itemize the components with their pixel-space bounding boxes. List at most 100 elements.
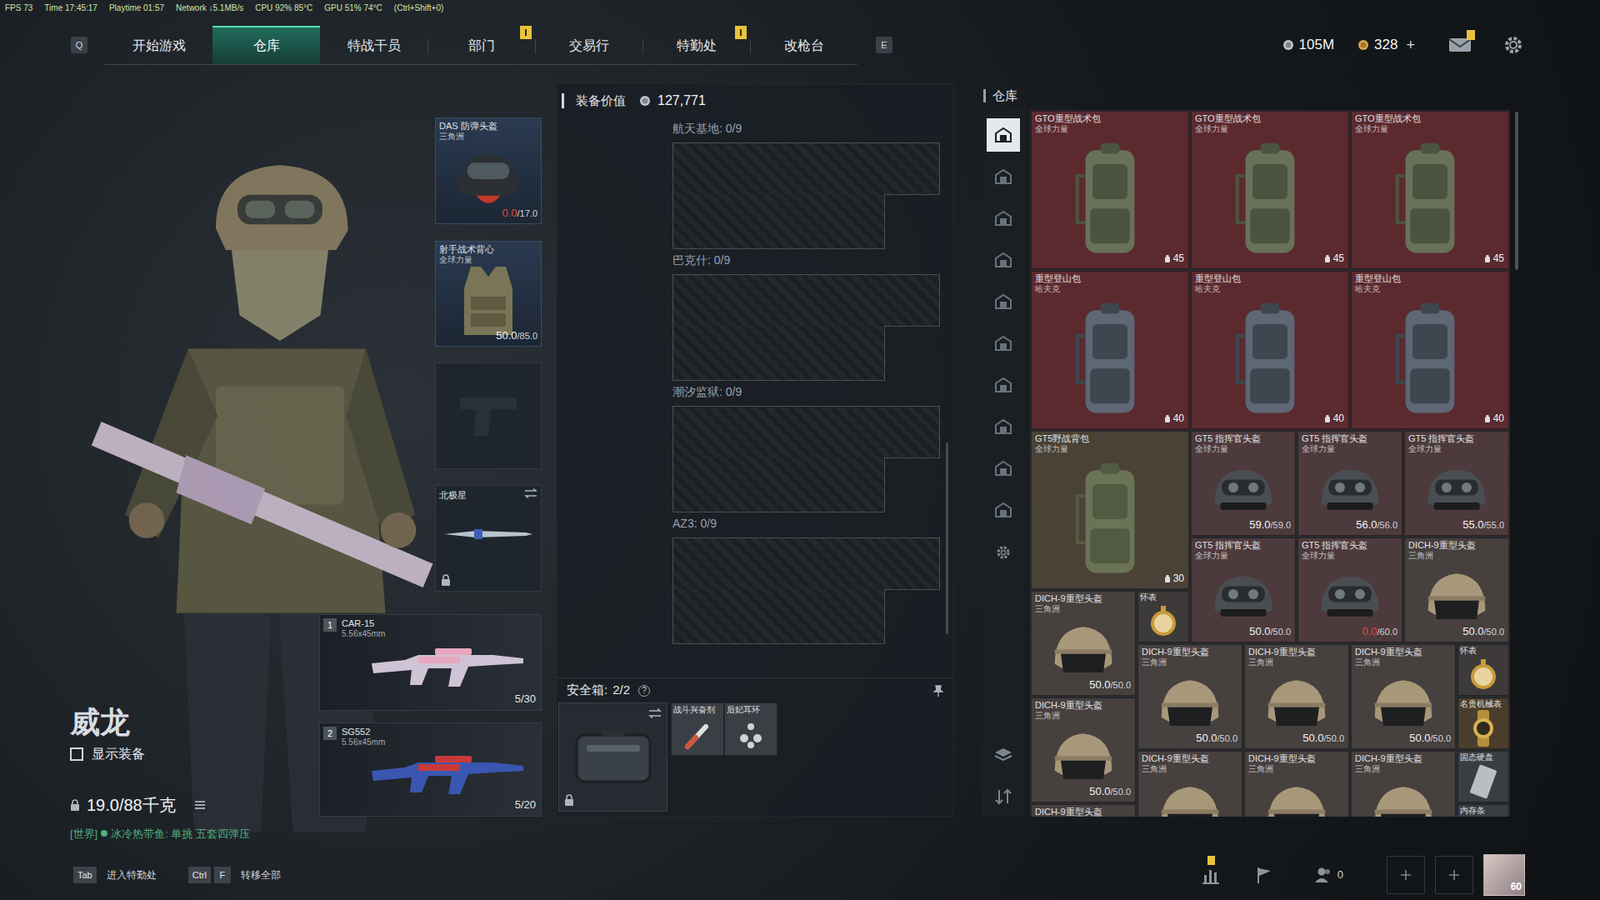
nav-tab[interactable]: 开始游戏 xyxy=(105,25,213,65)
warehouse-tab[interactable] xyxy=(986,285,1020,319)
warehouse-tab[interactable] xyxy=(986,243,1020,277)
prev-tab-key[interactable]: Q xyxy=(70,36,88,54)
warehouse-item[interactable]: GT5 指挥官头盔全球力量 56.0/56.0 xyxy=(1297,430,1403,536)
item-brand: 哈夫克 xyxy=(1035,284,1185,295)
warehouse-item[interactable]: GTO重型战术包全球力量45 xyxy=(1190,110,1350,270)
warehouse-item[interactable]: DICH-9重型头盔三角洲50.0/50.0 xyxy=(1137,644,1243,750)
warehouse-item[interactable]: GTO重型战术包全球力量45 xyxy=(1030,110,1190,270)
warehouse-item[interactable]: 怀表 xyxy=(1137,590,1190,643)
warehouse-grid: GTO重型战术包全球力量45GTO重型战术包全球力量45GTO重型战术包全球力量… xyxy=(1030,110,1510,817)
durability: 50.0/50.0 xyxy=(1089,783,1131,800)
item-name: 怀表 xyxy=(1460,645,1507,656)
warehouse-item[interactable]: 内存条 xyxy=(1457,804,1510,817)
warehouse-item[interactable]: GT5野战背包全球力量30 xyxy=(1030,430,1190,590)
container-grid[interactable] xyxy=(672,405,940,513)
secure-item[interactable]: 后妃耳环 xyxy=(724,702,778,756)
container-grid[interactable] xyxy=(672,274,940,381)
warehouse-tab[interactable] xyxy=(986,451,1020,485)
warehouse-item[interactable]: 名贵机械表 xyxy=(1457,697,1510,750)
grid-bottom-row xyxy=(672,589,940,645)
warehouse-item[interactable]: 重型登山包哈夫克40 xyxy=(1190,270,1350,430)
tab-badge xyxy=(520,25,532,40)
swap-icon[interactable] xyxy=(524,488,538,499)
warehouse-item[interactable]: DICH-9重型头盔三角洲50.0/50.0 xyxy=(1404,537,1510,643)
weapon-slot[interactable]: 1CAR-155.56x45mm5/30 xyxy=(319,614,542,711)
warehouse-settings-gear-icon[interactable] xyxy=(995,545,1011,560)
help-button[interactable]: ? xyxy=(638,685,650,697)
nav-tab[interactable]: 交易行 xyxy=(535,25,643,65)
grid-bottom-row xyxy=(672,325,940,381)
scrollbar[interactable] xyxy=(945,442,949,635)
warehouse-item[interactable]: DICH-9重型头盔三角洲 xyxy=(1244,750,1350,817)
warehouse-item[interactable]: DICH-9重型头盔三角洲50.0/50.0 xyxy=(1350,644,1456,750)
warehouse-header: 仓库 xyxy=(981,83,1524,109)
nav-tab[interactable]: 部门 xyxy=(427,25,535,65)
show-gear-checkbox[interactable] xyxy=(70,747,84,761)
secure-item[interactable]: 战斗兴奋剂 xyxy=(670,702,725,756)
warehouse-item[interactable]: DICH-9重型头盔三角洲50.0/50.0 xyxy=(1030,697,1136,803)
warehouse-tab[interactable] xyxy=(986,118,1020,152)
melee-slot[interactable]: 北极星 xyxy=(435,485,542,592)
item-brand: 全球力量 xyxy=(1035,444,1185,455)
warehouse-item[interactable]: GTO重型战术包全球力量45 xyxy=(1350,110,1510,270)
layers-icon[interactable] xyxy=(994,746,1013,764)
item-brand: 全球力量 xyxy=(1035,124,1185,135)
nav-tab[interactable]: 改枪台 xyxy=(750,25,858,65)
grid-top xyxy=(672,405,940,458)
warehouse-tab[interactable] xyxy=(986,368,1020,402)
helmet-slot[interactable]: DAS 防弹头盔三角洲0.0/17.0 xyxy=(435,117,542,225)
warehouse-item[interactable]: DICH-9重型头盔三角洲50.0/50.0 xyxy=(1030,590,1136,696)
item-capacity: 40 xyxy=(1164,410,1185,426)
weight-list-icon[interactable] xyxy=(194,800,206,810)
weapon-slot[interactable]: 2SG5525.56x45mm5/20 xyxy=(319,722,542,817)
armor-slot[interactable]: 射手战术背心全球力量50.0/85.0 xyxy=(435,240,542,347)
warehouse-tab[interactable] xyxy=(986,160,1020,194)
warehouse-item[interactable]: DICH-9重型头盔三角洲50.0/50.0 xyxy=(1244,644,1350,750)
warehouse-tab[interactable] xyxy=(986,201,1020,235)
container-grid[interactable] xyxy=(672,142,940,250)
warehouse-item[interactable]: 怀表 xyxy=(1457,644,1510,696)
swap-icon[interactable] xyxy=(648,708,662,719)
pin-icon[interactable] xyxy=(933,685,944,697)
nav-tab[interactable]: 特战干员 xyxy=(320,25,428,65)
warehouse-tab[interactable] xyxy=(986,326,1020,360)
mail-icon[interactable] xyxy=(1448,36,1472,54)
item-label: GT5 指挥官头盔全球力量 xyxy=(1298,431,1402,455)
durability: 56.0/56.0 xyxy=(1355,516,1398,534)
warehouse-scrollbar[interactable] xyxy=(1515,111,1519,270)
settings-gear-icon[interactable] xyxy=(1503,35,1524,55)
player-avatar[interactable]: 60 xyxy=(1483,854,1525,896)
warehouse-item[interactable]: GT5 指挥官头盔全球力量55.0/55.0 xyxy=(1404,430,1510,536)
stats-icon[interactable] xyxy=(1200,865,1221,885)
durability: 0.0/60.0 xyxy=(1361,623,1398,640)
warehouse-item[interactable]: DICH-9重型头盔 xyxy=(1030,804,1136,817)
team-slot[interactable] xyxy=(1435,855,1474,895)
nav-tab[interactable]: 特勤处 xyxy=(642,25,750,65)
warehouse-item[interactable]: DICH-9重型头盔三角洲 xyxy=(1137,750,1243,817)
warehouse-item[interactable]: DICH-9重型头盔三角洲 xyxy=(1350,750,1456,817)
team-slot[interactable] xyxy=(1386,855,1425,895)
add-currency-button[interactable]: + xyxy=(1405,34,1415,57)
durability-value: 50.0 xyxy=(1409,730,1430,747)
secure-case[interactable] xyxy=(558,702,668,812)
flag-icon[interactable] xyxy=(1254,865,1275,885)
show-gear-toggle[interactable]: 显示装备 xyxy=(70,744,317,765)
durability-max: /50.0 xyxy=(1324,731,1345,746)
warehouse-item[interactable]: 固态硬盘 xyxy=(1457,750,1510,803)
sort-icon[interactable] xyxy=(994,788,1013,805)
warehouse-tab[interactable] xyxy=(986,410,1020,444)
friends-button[interactable]: 0 xyxy=(1314,866,1344,884)
warehouse-item[interactable]: 重型登山包哈夫克40 xyxy=(1350,270,1510,430)
warehouse-item[interactable]: GT5 指挥官头盔全球力量0.0/60.0 xyxy=(1297,537,1403,643)
warehouse-tab[interactable] xyxy=(986,493,1020,527)
nav-tab[interactable]: 仓库 xyxy=(212,25,320,65)
next-tab-key[interactable]: E xyxy=(875,36,893,54)
durability: 0.0/17.0 xyxy=(501,205,538,222)
warehouse-item[interactable]: 重型登山包哈夫克40 xyxy=(1030,270,1190,430)
hotkey-hint[interactable]: Tab进入特勤处 xyxy=(73,866,157,885)
warehouse-item[interactable]: GT5 指挥官头盔全球力量50.0/50.0 xyxy=(1190,537,1296,643)
container-grid[interactable] xyxy=(672,537,940,645)
pistol-slot[interactable] xyxy=(435,362,542,470)
hotkey-hint[interactable]: CtrlF转移全部 xyxy=(188,866,281,885)
warehouse-item[interactable]: GT5 指挥官头盔全球力量59.0/59.0 xyxy=(1190,430,1296,536)
